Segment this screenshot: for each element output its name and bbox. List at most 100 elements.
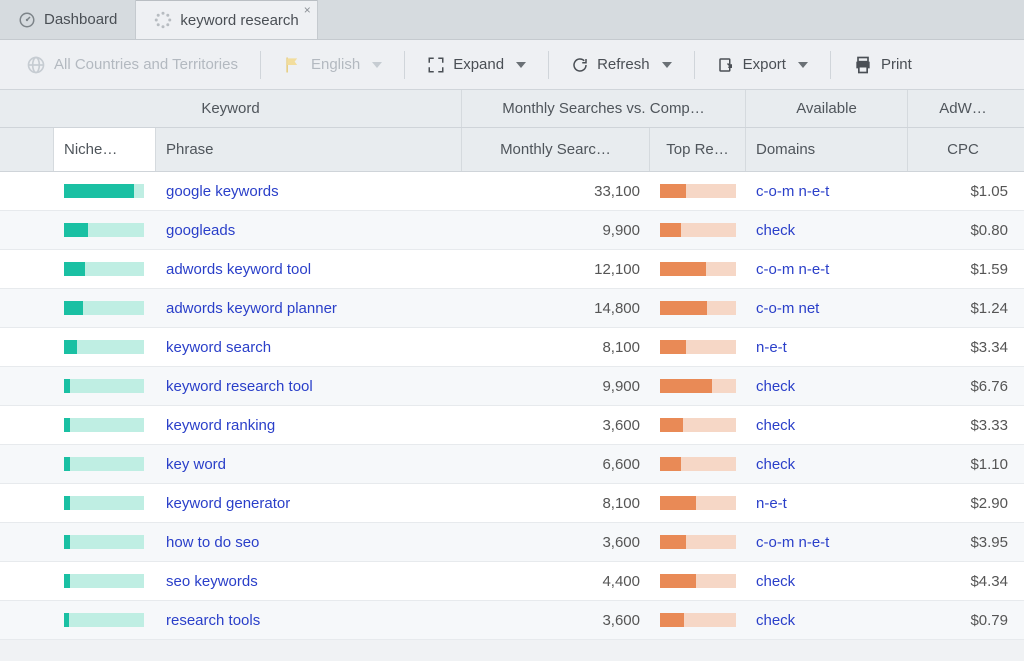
table-row[interactable]: adwords keyword planner14,800c-o-m net$1… bbox=[0, 289, 1024, 328]
col-group-label: Keyword bbox=[201, 100, 259, 117]
top-bar bbox=[660, 574, 736, 588]
cell-domains[interactable]: check bbox=[746, 601, 908, 639]
chevron-down-icon bbox=[798, 62, 808, 68]
col-phrase[interactable]: Phrase bbox=[156, 128, 462, 171]
toolbar: All Countries and Territories English Ex… bbox=[0, 40, 1024, 90]
table-row[interactable]: googleads 9,900 check $0.80 bbox=[0, 211, 1024, 250]
top-bar bbox=[660, 262, 736, 276]
table-row[interactable]: keyword research tool9,900check$6.76 bbox=[0, 367, 1024, 406]
top-bar bbox=[660, 184, 736, 198]
countries-label: All Countries and Territories bbox=[54, 56, 238, 73]
cell-indicator bbox=[0, 562, 54, 600]
cell-phrase[interactable]: googleads bbox=[156, 211, 462, 249]
cell-domains[interactable]: c-o-m n-e-t bbox=[746, 250, 908, 288]
col-niche[interactable]: Niche… bbox=[54, 128, 156, 171]
close-icon[interactable]: × bbox=[304, 3, 311, 17]
header-group-row: Keyword Monthly Searches vs. Comp… Avail… bbox=[0, 90, 1024, 128]
table-row[interactable]: key word6,600check$1.10 bbox=[0, 445, 1024, 484]
cell-phrase[interactable]: seo keywords bbox=[156, 562, 462, 600]
cell-cpc: $6.76 bbox=[908, 367, 1018, 405]
table-row[interactable]: research tools3,600check$0.79 bbox=[0, 601, 1024, 640]
niche-bar bbox=[64, 496, 144, 510]
cell-top bbox=[650, 601, 746, 639]
col-group-keyword[interactable]: Keyword bbox=[0, 90, 462, 127]
col-label: Top Re… bbox=[666, 141, 729, 158]
cell-domains[interactable]: n-e-t bbox=[746, 484, 908, 522]
phrase-text: seo keywords bbox=[166, 573, 258, 590]
cpc-text: $0.80 bbox=[970, 222, 1008, 239]
col-group-adwords[interactable]: AdW… bbox=[908, 90, 1018, 127]
monthly-text: 14,800 bbox=[594, 300, 640, 317]
cell-phrase[interactable]: how to do seo bbox=[156, 523, 462, 561]
cell-phrase[interactable]: research tools bbox=[156, 601, 462, 639]
cell-phrase[interactable]: keyword generator bbox=[156, 484, 462, 522]
cell-cpc: $3.95 bbox=[908, 523, 1018, 561]
phrase-text: key word bbox=[166, 456, 226, 473]
col-domains[interactable]: Domains bbox=[746, 128, 908, 171]
cell-monthly: 33,100 bbox=[462, 172, 650, 210]
table-row[interactable]: how to do seo3,600c-o-m n-e-t$3.95 bbox=[0, 523, 1024, 562]
chevron-down-icon bbox=[516, 62, 526, 68]
cell-niche bbox=[54, 328, 156, 366]
table-row[interactable]: seo keywords 4,400 check $4.34 bbox=[0, 562, 1024, 601]
countries-dropdown[interactable]: All Countries and Territories bbox=[14, 49, 250, 81]
cell-indicator bbox=[0, 328, 54, 366]
cell-domains[interactable]: c-o-m n-e-t bbox=[746, 172, 908, 210]
cpc-text: $6.76 bbox=[970, 378, 1008, 395]
monthly-text: 8,100 bbox=[602, 495, 640, 512]
spinner-icon bbox=[154, 11, 172, 29]
table-row[interactable]: keyword search8,100n-e-t$3.34 bbox=[0, 328, 1024, 367]
table-row[interactable]: keyword ranking3,600check$3.33 bbox=[0, 406, 1024, 445]
separator bbox=[694, 51, 695, 79]
cell-cpc: $4.34 bbox=[908, 562, 1018, 600]
table-row[interactable]: adwords keyword tool12,100c-o-m n-e-t$1.… bbox=[0, 250, 1024, 289]
col-group-available[interactable]: Available bbox=[746, 90, 908, 127]
col-label: Domains bbox=[756, 141, 815, 158]
cell-phrase[interactable]: keyword search bbox=[156, 328, 462, 366]
table-row[interactable]: google keywords33,100c-o-m n-e-t$1.05 bbox=[0, 172, 1024, 211]
col-cpc[interactable]: CPC bbox=[908, 128, 1018, 171]
cell-domains[interactable]: check bbox=[746, 406, 908, 444]
cell-domains[interactable]: n-e-t bbox=[746, 328, 908, 366]
niche-bar bbox=[64, 184, 144, 198]
cell-top bbox=[650, 250, 746, 288]
cell-niche bbox=[54, 367, 156, 405]
cell-phrase[interactable]: adwords keyword planner bbox=[156, 289, 462, 327]
monthly-text: 4,400 bbox=[602, 573, 640, 590]
print-button[interactable]: Print bbox=[841, 49, 924, 81]
cell-top bbox=[650, 172, 746, 210]
domains-text: check bbox=[756, 573, 795, 590]
export-label: Export bbox=[743, 56, 786, 73]
cell-domains[interactable]: check bbox=[746, 367, 908, 405]
tab-keyword-research[interactable]: keyword research × bbox=[136, 0, 317, 39]
cell-phrase[interactable]: key word bbox=[156, 445, 462, 483]
cell-top bbox=[650, 328, 746, 366]
cell-niche bbox=[54, 562, 156, 600]
cell-phrase[interactable]: adwords keyword tool bbox=[156, 250, 462, 288]
phrase-text: research tools bbox=[166, 612, 260, 629]
cell-phrase[interactable]: keyword ranking bbox=[156, 406, 462, 444]
cell-domains[interactable]: c-o-m net bbox=[746, 289, 908, 327]
cell-indicator bbox=[0, 211, 54, 249]
col-monthly[interactable]: Monthly Searc… bbox=[462, 128, 650, 171]
monthly-text: 9,900 bbox=[602, 222, 640, 239]
cell-domains[interactable]: check bbox=[746, 211, 908, 249]
cell-phrase[interactable]: keyword research tool bbox=[156, 367, 462, 405]
table-row[interactable]: keyword generator8,100n-e-t$2.90 bbox=[0, 484, 1024, 523]
phrase-text: adwords keyword tool bbox=[166, 261, 311, 278]
language-dropdown[interactable]: English bbox=[271, 49, 394, 81]
col-top[interactable]: Top Re… bbox=[650, 128, 746, 171]
tab-dashboard[interactable]: Dashboard bbox=[0, 0, 136, 39]
cpc-text: $1.59 bbox=[970, 261, 1008, 278]
niche-bar bbox=[64, 340, 144, 354]
cell-domains[interactable]: check bbox=[746, 562, 908, 600]
cell-top bbox=[650, 289, 746, 327]
cell-domains[interactable]: check bbox=[746, 445, 908, 483]
col-group-searches[interactable]: Monthly Searches vs. Comp… bbox=[462, 90, 746, 127]
cell-indicator bbox=[0, 367, 54, 405]
refresh-button[interactable]: Refresh bbox=[559, 50, 684, 80]
cell-phrase[interactable]: google keywords bbox=[156, 172, 462, 210]
cell-domains[interactable]: c-o-m n-e-t bbox=[746, 523, 908, 561]
expand-button[interactable]: Expand bbox=[415, 50, 538, 80]
export-button[interactable]: Export bbox=[705, 50, 820, 80]
